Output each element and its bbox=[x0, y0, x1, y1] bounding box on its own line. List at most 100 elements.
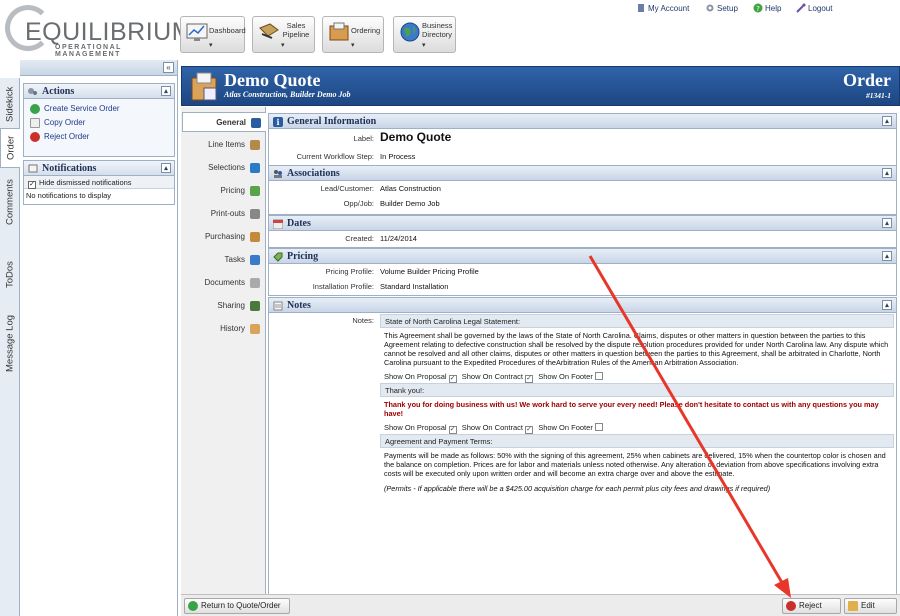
tab-general[interactable]: General bbox=[182, 112, 266, 132]
hide-dismissed-checkbox[interactable]: ✓ bbox=[28, 181, 36, 189]
show-on-contract-checkbox[interactable]: ✓ bbox=[525, 426, 534, 434]
tab-tasks[interactable]: Tasks bbox=[183, 250, 265, 270]
action-copy-order-label: Copy Order bbox=[44, 118, 86, 127]
order-subtitle: Atlas Construction, Builder Demo Job bbox=[224, 90, 351, 99]
opp-job-value[interactable]: Builder Demo Job bbox=[380, 199, 440, 208]
top-header: EQUILIBRIUM OPERATIONAL MANAGEMENT Dashb… bbox=[0, 0, 900, 58]
my-account-label: My Account bbox=[648, 4, 690, 13]
show-on-footer-checkbox[interactable] bbox=[594, 372, 603, 380]
documents-icon bbox=[250, 278, 260, 288]
pricing-header[interactable]: Pricing ▴ bbox=[269, 249, 896, 264]
equilibrium-logo[interactable]: EQUILIBRIUM OPERATIONAL MANAGEMENT bbox=[5, 3, 193, 58]
return-to-list-label: Return to Quote/Order List bbox=[201, 601, 281, 616]
note-header: Thank you!: bbox=[380, 383, 894, 397]
tab-line-items[interactable]: Line Items bbox=[183, 135, 265, 155]
action-create-service-order[interactable]: Create Service Order bbox=[24, 102, 174, 116]
pricing-profile-row: Pricing Profile: Volume Builder Pricing … bbox=[269, 264, 896, 279]
created-label: Created: bbox=[345, 234, 374, 243]
order-tab-list: General Line Items Selections Pricing Print-… bbox=[181, 107, 266, 594]
collapse-dates-button[interactable]: ▴ bbox=[882, 218, 892, 228]
show-on-footer-label: Show On Footer bbox=[538, 372, 593, 381]
notifications-panel: Notifications ▴ ✓ Hide dismissed notifica… bbox=[23, 160, 175, 205]
note-body: This Agreement shall be governed by the … bbox=[384, 331, 889, 367]
created-row: Created: 11/24/2014 bbox=[269, 231, 896, 246]
show-on-contract-checkbox[interactable]: ✓ bbox=[525, 375, 534, 383]
collapse-associations-button[interactable]: ▴ bbox=[882, 168, 892, 178]
vtab-sidekick[interactable]: Sidekick bbox=[0, 80, 20, 128]
nav-sales-pipeline-label: Sales Pipeline bbox=[282, 21, 310, 39]
dashboard-icon bbox=[186, 23, 208, 41]
lead-customer-value[interactable]: Atlas Construction bbox=[380, 184, 441, 193]
collapse-notifications-button[interactable]: ▴ bbox=[161, 163, 171, 173]
action-reject-order[interactable]: Reject Order bbox=[24, 130, 174, 144]
logout-label: Logout bbox=[808, 4, 833, 13]
show-on-proposal-checkbox[interactable]: ✓ bbox=[448, 426, 457, 434]
tab-sharing[interactable]: Sharing bbox=[183, 296, 265, 316]
collapse-actions-button[interactable]: ▴ bbox=[161, 86, 171, 96]
pricing-icon bbox=[250, 186, 260, 196]
show-on-proposal-label: Show On Proposal bbox=[384, 423, 447, 432]
general-information-header[interactable]: i General Information ▴ bbox=[269, 114, 896, 129]
account-icon bbox=[638, 4, 644, 12]
associations-header[interactable]: Associations ▴ bbox=[269, 166, 896, 181]
workflow-step-row: Current Workflow Step: In Process bbox=[269, 149, 896, 164]
selections-icon bbox=[250, 163, 260, 173]
collapse-sidekick-button[interactable]: « bbox=[163, 62, 174, 73]
logout-icon bbox=[796, 3, 806, 13]
help-link[interactable]: ? Help bbox=[753, 3, 781, 13]
nav-dashboard-button[interactable]: Dashboard ▾ bbox=[180, 16, 246, 53]
note-body: Payments will be made as follows: 50% wi… bbox=[384, 451, 886, 478]
tab-pricing[interactable]: Pricing bbox=[183, 181, 265, 201]
vtab-message-log[interactable]: Message Log bbox=[0, 308, 20, 378]
show-on-footer-checkbox[interactable] bbox=[594, 423, 603, 431]
action-create-service-order-label: Create Service Order bbox=[44, 104, 120, 113]
hide-dismissed-label: Hide dismissed notifications bbox=[39, 178, 132, 187]
reject-order-button[interactable]: Reject Order bbox=[782, 598, 841, 616]
chevron-down-icon: ▾ bbox=[281, 42, 285, 49]
vtab-comments[interactable]: Comments bbox=[0, 170, 20, 234]
sharing-icon bbox=[250, 301, 260, 311]
logout-link[interactable]: Logout bbox=[796, 3, 832, 13]
setup-label: Setup bbox=[717, 4, 738, 13]
nav-ordering-label: Ordering bbox=[351, 26, 381, 35]
notifications-empty-text: No notifications to display bbox=[26, 191, 112, 200]
vtab-order[interactable]: Order bbox=[0, 128, 21, 168]
logo-subtitle: OPERATIONAL MANAGEMENT bbox=[55, 44, 122, 58]
setup-link[interactable]: Setup bbox=[705, 3, 738, 13]
dates-header[interactable]: Dates ▴ bbox=[269, 216, 896, 231]
globe-icon bbox=[400, 22, 420, 42]
show-on-proposal-checkbox[interactable]: ✓ bbox=[448, 375, 457, 383]
tab-print-outs[interactable]: Print-outs bbox=[183, 204, 265, 224]
pricing-title: Pricing bbox=[287, 251, 319, 262]
nav-business-directory-button[interactable]: Business Directory ▾ bbox=[393, 16, 456, 53]
tab-selections[interactable]: Selections bbox=[183, 158, 265, 178]
vtab-todos[interactable]: ToDos bbox=[0, 252, 20, 298]
tab-documents[interactable]: Documents bbox=[183, 273, 265, 293]
collapse-general-button[interactable]: ▴ bbox=[882, 116, 892, 126]
help-icon: ? bbox=[753, 3, 763, 13]
order-document-icon bbox=[191, 72, 217, 101]
notifications-title: Notifications bbox=[42, 163, 97, 174]
associations-title: Associations bbox=[287, 168, 340, 179]
collapse-pricing-button[interactable]: ▴ bbox=[882, 251, 892, 261]
show-on-contract-label: Show On Contract bbox=[461, 423, 524, 432]
nav-ordering-button[interactable]: Ordering ▾ bbox=[322, 16, 384, 53]
action-copy-order[interactable]: Copy Order bbox=[24, 116, 174, 130]
return-to-list-button[interactable]: Return to Quote/Order List bbox=[184, 598, 290, 616]
notes-header[interactable]: Notes ▴ bbox=[269, 298, 896, 313]
hide-dismissed-toggle[interactable]: ✓ Hide dismissed notifications bbox=[24, 176, 174, 189]
logo-wordmark: EQUILIBRIUM bbox=[25, 18, 194, 46]
order-title: Demo Quote bbox=[224, 70, 321, 90]
tab-history[interactable]: History bbox=[183, 319, 265, 339]
workflow-step-value: In Process bbox=[380, 152, 416, 161]
my-account-link[interactable]: My Account bbox=[636, 3, 689, 13]
sidekick-panel: « Actions ▴ Create Service Order Copy Or… bbox=[20, 60, 178, 616]
note-body: Thank you for doing business with us! We… bbox=[384, 400, 879, 418]
edit-order-button[interactable]: Edit Order bbox=[844, 598, 897, 616]
note-flags: Show On Proposal ✓ Show On Contract ✓ Sh… bbox=[380, 421, 894, 434]
nav-dashboard-label: Dashboard bbox=[209, 26, 246, 35]
tab-label: Tasks bbox=[224, 255, 245, 264]
nav-sales-pipeline-button[interactable]: Sales Pipeline ▾ bbox=[252, 16, 315, 53]
collapse-notes-button[interactable]: ▴ bbox=[882, 300, 892, 310]
tab-purchasing[interactable]: Purchasing bbox=[183, 227, 265, 247]
